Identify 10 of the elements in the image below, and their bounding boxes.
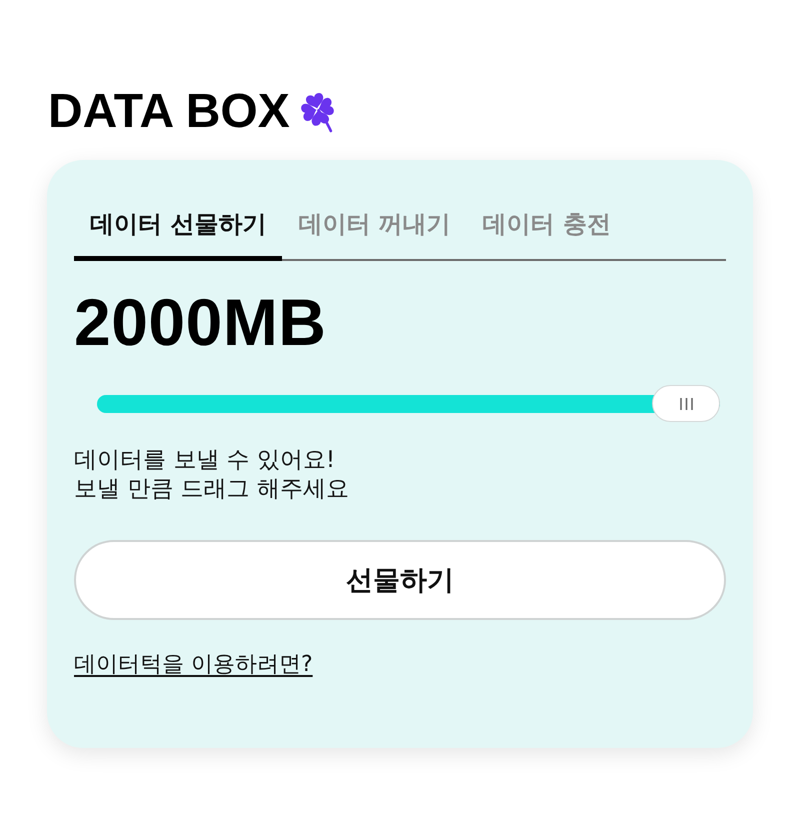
help-link[interactable]: 데이터턱을 이용하려면? xyxy=(74,650,313,680)
data-amount: 2000MB xyxy=(74,289,326,355)
slider-thumb[interactable] xyxy=(652,385,720,422)
tab[interactable]: 데이터 선물하기 xyxy=(74,200,282,261)
instruction-text: 데이터를 보낼 수 있어요! 보낼 만큼 드래그 해주세요 xyxy=(74,446,349,504)
clover-icon xyxy=(300,92,336,132)
grip-icon xyxy=(680,398,692,410)
logo-text: DATA BOX xyxy=(48,88,290,136)
gift-button[interactable]: 선물하기 xyxy=(74,540,726,620)
slider-track[interactable] xyxy=(97,385,720,422)
